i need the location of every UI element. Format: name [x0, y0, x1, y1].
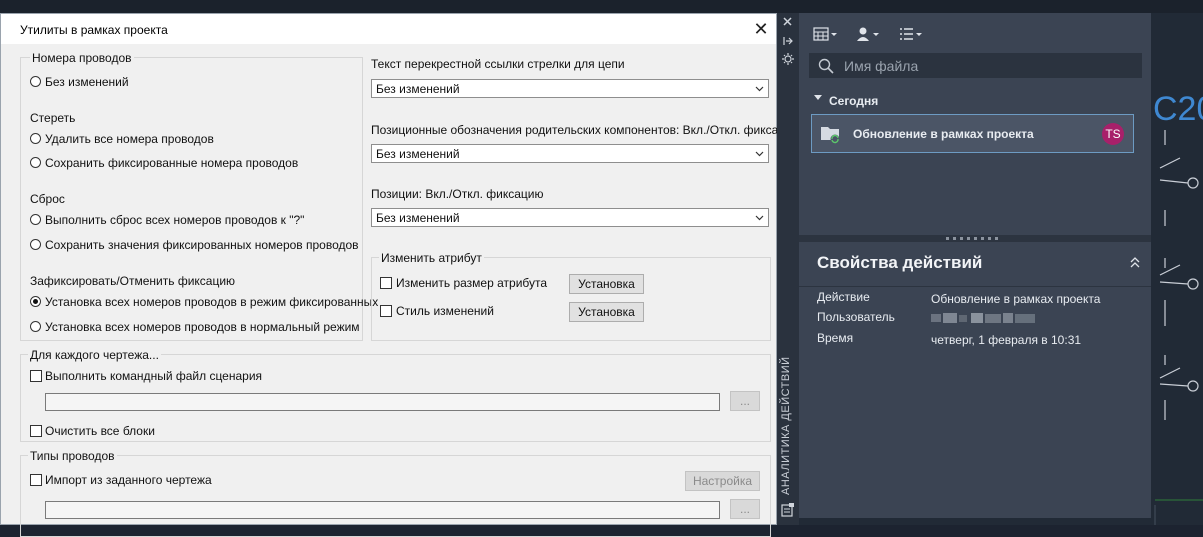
close-icon[interactable]	[783, 17, 792, 26]
parent-tags-select[interactable]: Без изменений	[371, 144, 769, 163]
collapse-icon[interactable]	[1129, 256, 1141, 270]
wire-types-setup-button[interactable]: Настройка	[685, 471, 760, 491]
set-normal-label: Установка всех номеров проводов в нормал…	[45, 320, 360, 334]
cross-ref-select[interactable]: Без изменений	[371, 79, 769, 98]
palette-controls	[782, 17, 794, 65]
run-script-label: Выполнить командный файл сценария	[45, 369, 263, 383]
attr-size-setup-button[interactable]: Установка	[569, 274, 644, 294]
vertical-tab-label[interactable]: АНАЛИТИКА ДЕЙСТВИЙ	[780, 356, 792, 495]
panel-properties-section: Свойства действий Действие Обновление в …	[799, 242, 1151, 518]
reset-all-radio[interactable]	[30, 214, 41, 225]
search-placeholder: Имя файла	[844, 58, 919, 74]
set-normal-radio[interactable]	[30, 321, 41, 332]
list-view-icon[interactable]	[900, 28, 922, 40]
change-attr-group-label: Изменить атрибут	[379, 251, 484, 265]
keep-fixed-values-label: Сохранить значения фиксированных номеров…	[45, 238, 359, 252]
properties-title: Свойства действий	[817, 253, 983, 272]
no-change-label: Без изменений	[45, 75, 129, 89]
change-style-checkbox[interactable]	[380, 305, 392, 317]
set-fixed-radio[interactable]	[30, 296, 41, 307]
attr-size-checkbox[interactable]	[380, 277, 392, 289]
time-value: четверг, 1 февраля в 10:31	[931, 333, 1082, 347]
positions-value: Без изменений	[376, 211, 460, 225]
caret-down-icon[interactable]	[814, 94, 822, 102]
svg-text:C20: C20	[1153, 90, 1203, 128]
per-drawing-group-label: Для каждого чертежа...	[28, 348, 161, 362]
dialog-title: Утилиты в рамках проекта	[20, 23, 168, 37]
keep-fixed-values-radio[interactable]	[30, 239, 41, 250]
reset-all-label: Выполнить сброс всех номеров проводов к …	[45, 213, 305, 227]
erase-all-label: Удалить все номера проводов	[45, 132, 214, 146]
project-utilities-dialog: Утилиты в рамках проекта ✕ Номера провод…	[0, 13, 801, 537]
action-value: Обновление в рамках проекта	[931, 292, 1101, 306]
properties-divider	[799, 286, 1151, 287]
import-wire-types-label: Импорт из заданного чертежа	[45, 473, 212, 487]
reset-label: Сброс	[30, 192, 65, 206]
script-browse-button[interactable]: ...	[730, 391, 760, 411]
settings-icon[interactable]	[782, 53, 794, 65]
dialog-titlebar[interactable]: Утилиты в рамках проекта ✕	[1, 14, 776, 44]
no-change-radio[interactable]	[30, 76, 41, 87]
positions-select[interactable]: Без изменений	[371, 208, 769, 227]
auto-hide-icon[interactable]	[783, 37, 793, 45]
cross-ref-label: Текст перекрестной ссылки стрелки для це…	[371, 57, 625, 71]
keep-fixed-label: Сохранить фиксированные номера проводов	[45, 156, 299, 170]
search-icon	[818, 58, 834, 74]
purge-blocks-checkbox[interactable]	[30, 425, 42, 437]
cross-ref-value: Без изменений	[376, 82, 460, 96]
script-path-input[interactable]	[45, 393, 720, 411]
folder-sync-icon	[821, 127, 840, 144]
avatar: TS	[1102, 123, 1124, 145]
today-section-label[interactable]: Сегодня	[829, 94, 878, 108]
wire-numbers-group-label: Номера проводов	[30, 51, 134, 65]
user-value-redacted	[931, 312, 1036, 324]
user-filter-icon[interactable]	[857, 27, 879, 42]
action-label: Действие	[817, 290, 870, 304]
keep-fixed-radio[interactable]	[30, 157, 41, 168]
panel-toolbar	[813, 27, 922, 42]
calendar-filter-icon[interactable]	[813, 27, 837, 41]
import-wire-types-checkbox[interactable]	[30, 474, 42, 486]
attr-size-label: Изменить размер атрибута	[396, 276, 548, 290]
run-script-checkbox[interactable]	[30, 370, 42, 382]
time-label: Время	[817, 331, 854, 345]
fix-label: Зафиксировать/Отменить фиксацию	[30, 274, 236, 288]
change-style-label: Стиль изменений	[396, 304, 494, 318]
activity-insights-panel: Имя файла Сегодня Обновление в рамках пр…	[799, 13, 1151, 518]
grip-icon	[946, 237, 998, 240]
redacted-block	[931, 313, 1035, 323]
set-fixed-label: Установка всех номеров проводов в режим …	[45, 295, 379, 309]
panel-top-section: Имя файла Сегодня Обновление в рамках пр…	[799, 13, 1151, 235]
positions-label: Позиции: Вкл./Откл. фиксацию	[371, 187, 544, 201]
user-label: Пользователь	[817, 310, 895, 324]
parent-tags-label: Позиционные обозначения родительских ком…	[371, 123, 801, 137]
purge-blocks-label: Очистить все блоки	[45, 424, 155, 438]
wire-types-group-label: Типы проводов	[28, 449, 117, 463]
change-style-setup-button[interactable]: Установка	[569, 302, 644, 322]
activity-insights-icon[interactable]	[780, 502, 796, 518]
activity-file-item[interactable]: Обновление в рамках проекта TS	[811, 114, 1134, 153]
chevron-down-icon	[755, 215, 764, 221]
erase-all-radio[interactable]	[30, 133, 41, 144]
file-item-title: Обновление в рамках проекта	[853, 127, 1034, 141]
chevron-down-icon	[755, 151, 764, 157]
erase-label: Стереть	[30, 111, 76, 125]
change-attr-group	[371, 257, 771, 341]
close-icon[interactable]: ✕	[750, 18, 772, 40]
wire-types-browse-button[interactable]: ...	[730, 499, 760, 519]
wire-types-path-input[interactable]	[45, 501, 720, 519]
file-search-input[interactable]: Имя файла	[809, 53, 1142, 78]
chevron-down-icon	[755, 86, 764, 92]
parent-tags-value: Без изменений	[376, 147, 460, 161]
panel-splitter[interactable]	[799, 235, 1151, 242]
